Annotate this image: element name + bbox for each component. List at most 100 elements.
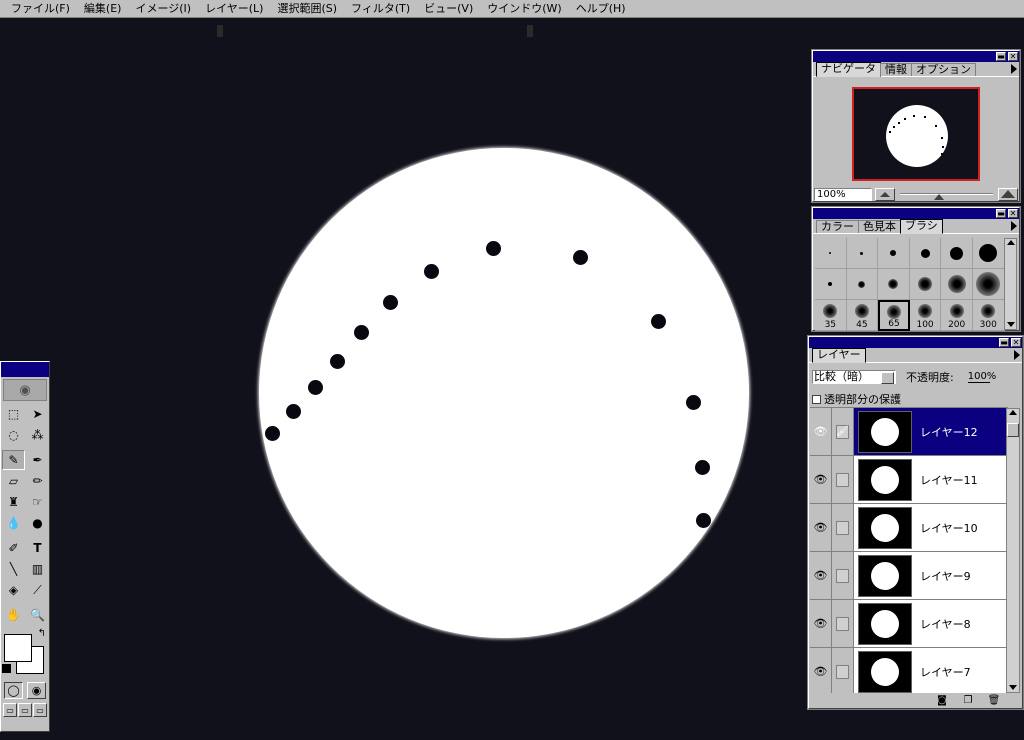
brush-soft-13[interactable] [878,269,910,300]
rubber-stamp-tool[interactable]: ♜ [2,492,25,512]
default-colors-icon[interactable] [2,664,11,673]
opacity-value[interactable]: 100% [967,371,996,383]
brush-hard-1[interactable] [815,238,847,269]
layer-row[interactable]: 👁 レイヤー8 [810,600,1008,648]
eye-icon[interactable]: 👁 [810,552,832,599]
zoom-field[interactable]: 100% [814,187,872,201]
line-tool[interactable]: ╲ [2,559,25,579]
scroll-up-icon[interactable] [1009,410,1017,415]
trash-icon[interactable]: 🗑 [984,694,1004,707]
menu-window[interactable]: ウインドウ(W) [480,0,568,18]
brush-hard-3[interactable] [846,238,879,269]
brush-soft-17[interactable] [909,269,942,300]
pen-tool[interactable]: ✐ [2,538,25,558]
paintbrush-tool[interactable]: ✒ [26,450,49,470]
lasso-tool[interactable]: ◌ [2,425,25,445]
minimize-icon[interactable]: ▬ [999,338,1009,347]
brush-soft-5[interactable] [815,269,847,300]
palette-titlebar[interactable]: ▬ ✕ [809,337,1022,348]
close-icon[interactable]: ✕ [1011,338,1021,347]
new-layer-icon[interactable]: ❐ [958,694,978,707]
paint-bucket-tool[interactable]: ◈ [2,580,25,600]
airbrush-tool[interactable]: ✎ [2,450,25,470]
scroll-down-icon[interactable] [1007,322,1015,327]
layer-row[interactable]: 👁 レイヤー9 [810,552,1008,600]
tab-swatches[interactable]: 色見本 [858,220,901,233]
layer-row[interactable]: 👁 🖌 レイヤー12 [810,408,1008,456]
layer-brush-toggle[interactable]: 🖌 [832,408,854,455]
brush-soft-21[interactable] [941,269,973,300]
brush-hard-9[interactable] [909,238,942,269]
preserve-transparency-checkbox[interactable] [812,394,821,404]
layer-scrollbar[interactable] [1006,408,1020,693]
layer-row[interactable]: 👁 レイヤー7 [810,648,1008,693]
quick-mask-button[interactable]: ◉ [27,682,46,699]
full-screen-button[interactable]: ▭ [33,703,47,717]
brush-100[interactable]: 100 [909,300,942,331]
eye-icon[interactable]: 👁 [810,504,832,551]
layer-brush-toggle[interactable] [832,648,854,693]
magic-wand-tool[interactable]: ⁂ [26,425,49,445]
zoom-tool[interactable]: 🔍 [26,605,49,625]
palette-menu-icon[interactable] [1011,64,1017,74]
layer-brush-toggle[interactable] [832,456,854,503]
brush-300[interactable]: 300 [972,300,1005,331]
close-icon[interactable]: ✕ [1008,209,1018,218]
eye-icon[interactable]: 👁 [810,408,832,455]
foreground-color-swatch[interactable] [4,634,32,662]
gradient-tool[interactable]: ▥ [26,559,49,579]
eye-icon[interactable]: 👁 [810,648,832,693]
menu-layer[interactable]: レイヤー(L) [198,0,270,18]
pencil-tool[interactable]: ✏ [26,471,49,491]
menu-view[interactable]: ビュー(V) [417,0,480,18]
menu-image[interactable]: イメージ(I) [128,0,198,18]
swap-colors-icon[interactable]: ↰ [38,628,46,639]
brush-45[interactable]: 45 [846,300,879,331]
type-tool[interactable]: T [26,538,49,558]
tab-navigator[interactable]: ナビゲータ [816,62,881,77]
blur-tool[interactable]: 💧 [2,513,25,533]
menu-filter[interactable]: フィルタ(T) [344,0,417,18]
minimize-icon[interactable]: ▬ [996,209,1006,218]
smudge-tool[interactable]: ☞ [26,492,49,512]
standard-screen-button[interactable]: ▭ [3,703,17,717]
layer-row[interactable]: 👁 レイヤー11 [810,456,1008,504]
zoom-out-button[interactable] [875,187,895,201]
menu-select[interactable]: 選択範囲(S) [270,0,344,18]
hand-tool[interactable]: ✋ [2,605,25,625]
palette-menu-icon[interactable] [1014,350,1020,360]
close-icon[interactable]: ✕ [1008,52,1018,61]
scroll-thumb[interactable] [1007,423,1019,437]
layer-mask-icon[interactable]: ◙ [932,694,952,707]
menu-help[interactable]: ヘルプ(H) [569,0,633,18]
eraser-tool[interactable]: ▱ [2,471,25,491]
tab-color[interactable]: カラー [816,220,859,233]
dodge-tool[interactable]: ● [26,513,49,533]
brush-soft-27[interactable] [972,269,1005,300]
full-screen-menu-button[interactable]: ▭ [18,703,32,717]
zoom-slider[interactable] [898,188,995,201]
brush-soft-9[interactable] [846,269,879,300]
toolbox-titlebar[interactable] [1,362,49,377]
blend-mode-select[interactable]: 比較（暗） [812,370,896,384]
scroll-down-icon[interactable] [1009,685,1017,690]
move-tool[interactable]: ➤ [26,404,49,424]
brush-hard-13[interactable] [941,238,973,269]
standard-mode-button[interactable]: ◯ [4,682,23,699]
palette-titlebar[interactable]: ▬ ✕ [813,208,1019,219]
navigator-preview[interactable] [852,87,980,181]
menu-edit[interactable]: 編集(E) [77,0,129,18]
brush-200[interactable]: 200 [941,300,973,331]
menu-file[interactable]: ファイル(F) [4,0,77,18]
palette-titlebar[interactable]: ▬ ✕ [813,51,1019,62]
tab-info[interactable]: 情報 [880,63,912,76]
brush-65[interactable]: 65 [878,300,910,331]
layer-brush-toggle[interactable] [832,504,854,551]
brush-35[interactable]: 35 [815,300,847,331]
zoom-slider-thumb[interactable] [934,193,944,200]
brush-hard-5[interactable] [878,238,910,269]
layer-row[interactable]: 👁 レイヤー10 [810,504,1008,552]
tab-options[interactable]: オプション [911,63,976,76]
brush-scrollbar[interactable] [1004,238,1017,330]
tab-layers[interactable]: レイヤー [812,348,866,363]
